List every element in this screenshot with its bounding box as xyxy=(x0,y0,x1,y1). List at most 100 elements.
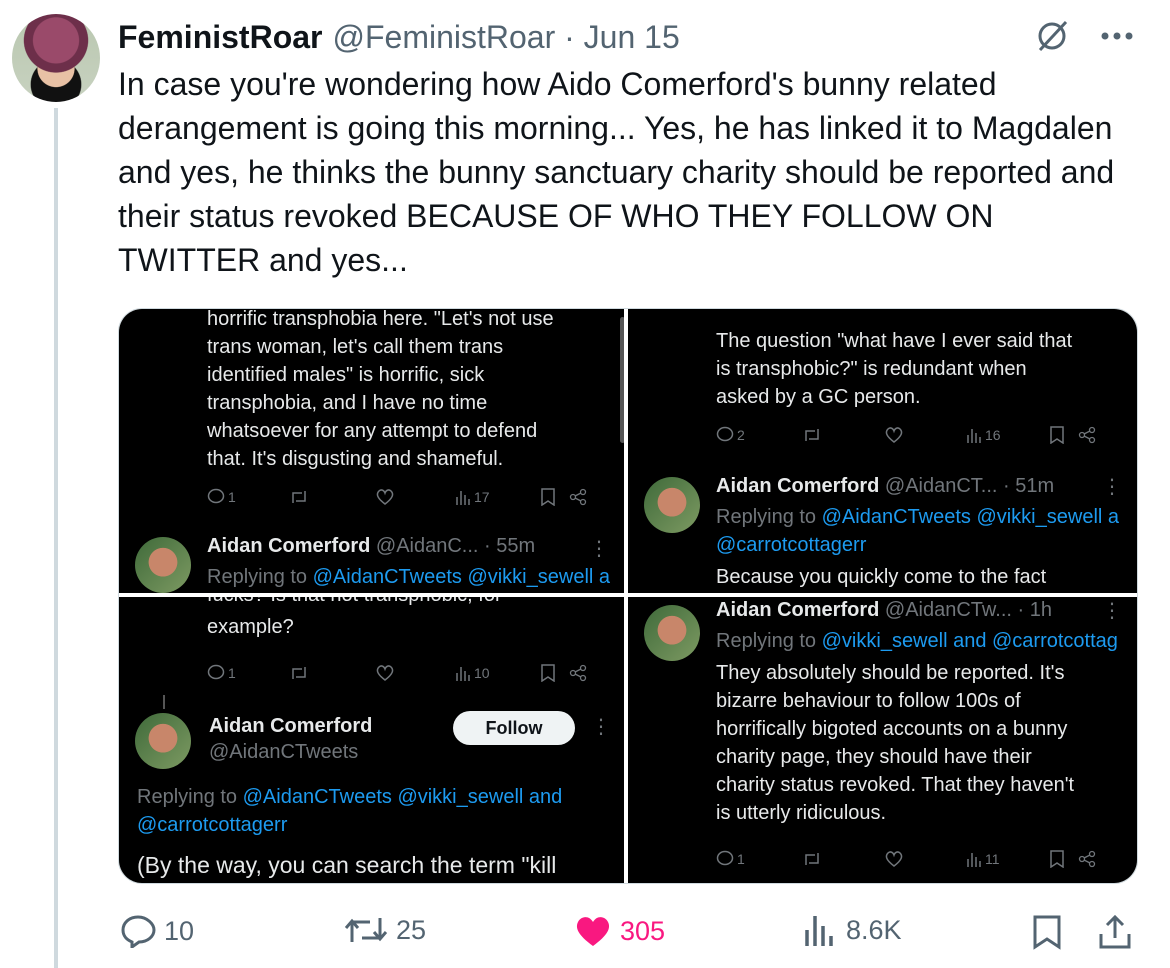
reply-text: Because you quickly come to the fact xyxy=(716,566,1047,588)
panel-3-text: example? xyxy=(207,616,294,638)
like-icon xyxy=(375,488,395,506)
more-options-icon[interactable] xyxy=(1100,31,1134,41)
replying-to: Replying to @AidanCTweets @vikki_sewell … xyxy=(137,783,562,811)
bookmark-icon xyxy=(541,664,555,682)
retweet-icon xyxy=(344,914,388,946)
reply-handle: @AidanCTw... · 1h xyxy=(884,599,1052,621)
reply-name: Aidan Comerford xyxy=(716,475,880,497)
more-icon: ⋮ xyxy=(589,538,609,560)
screenshot-panel-2[interactable]: The question "what have I ever said that… xyxy=(628,309,1137,593)
views-icon: 17 xyxy=(455,489,490,505)
like-count: 305 xyxy=(620,915,666,946)
share-button[interactable] xyxy=(1098,914,1132,950)
thread-line xyxy=(54,108,58,968)
reply-count: 10 xyxy=(164,915,195,946)
bookmark-icon xyxy=(1050,426,1064,444)
retweet-icon xyxy=(802,427,822,443)
follow-button[interactable]: Follow xyxy=(453,711,575,745)
more-icon: ⋮ xyxy=(1102,476,1122,498)
panel-1-text: horrific transphobia here. "Let's not us… xyxy=(207,309,554,470)
reply-user: Aidan Comerford @AidanCTw... · 1h xyxy=(716,599,1052,622)
media-grid[interactable]: horrific transphobia here. "Let's not us… xyxy=(118,308,1138,884)
reply-count: 1 xyxy=(737,851,745,867)
user-name: Aidan Comerford xyxy=(209,715,372,738)
replying-prefix: Replying to xyxy=(137,786,243,808)
panel-4-text: They absolutely should be reported. It's… xyxy=(716,662,1075,824)
views-count: 11 xyxy=(985,851,1000,867)
bookmark-button[interactable] xyxy=(1032,914,1062,950)
more-icon: ⋮ xyxy=(591,716,611,738)
replying-links-2: @carrotcottagerr xyxy=(137,814,288,836)
panel-4-actions: 1 11 xyxy=(716,847,1116,871)
screenshot-panel-4[interactable]: Aidan Comerford @AidanCTw... · 1h ⋮ Repl… xyxy=(628,597,1137,883)
replying-prefix: Replying to xyxy=(716,630,822,652)
reply-handle: @AidanC... · 55m xyxy=(375,535,536,557)
panel-1-actions: 1 17 xyxy=(207,485,607,509)
retweet-icon xyxy=(802,851,822,867)
avatar[interactable] xyxy=(12,14,100,102)
grok-icon[interactable] xyxy=(1034,18,1070,54)
reply-user: Aidan Comerford @AidanC... · 55m xyxy=(207,535,535,558)
like-icon xyxy=(884,426,904,444)
panel-3-actions: 1 10 xyxy=(207,661,607,685)
views-icon: 16 xyxy=(966,427,1001,443)
analytics-icon xyxy=(804,914,838,946)
share-icon xyxy=(1078,426,1096,444)
handle-and-date[interactable]: @FeministRoar · Jun 15 xyxy=(332,19,679,56)
replying-to: Replying to @AidanCTweets @vikki_sewell … xyxy=(207,563,610,591)
user-handle-text: @AidanCTweets xyxy=(209,741,359,763)
user-display-name: Aidan Comerford xyxy=(209,715,373,737)
reply-icon: 2 xyxy=(716,426,745,444)
reply-icon: 1 xyxy=(207,488,236,506)
share-icon xyxy=(1098,914,1132,950)
panel-3-top-text: fucks? Is that not transphobic, for xyxy=(207,597,502,609)
panel-3-body: (By the way, you can search the term "ki… xyxy=(137,852,557,878)
tweet-text: In case you're wondering how Aido Comerf… xyxy=(118,66,1115,278)
tweet-actions: 10 25 305 8.6K xyxy=(0,904,1170,960)
reply-button[interactable]: 10 xyxy=(120,914,194,948)
reply-name: Aidan Comerford xyxy=(207,535,371,557)
replying-to-2: @carrotcottagerr xyxy=(137,811,287,839)
share-icon xyxy=(569,664,587,682)
screenshot-panel-3[interactable]: fucks? Is that not transphobic, for exam… xyxy=(119,597,624,883)
replying-links: @AidanCTweets @vikki_sewell a xyxy=(312,566,611,588)
retweet-count: 25 xyxy=(396,914,427,945)
scrollbar xyxy=(620,317,624,443)
retweet-icon xyxy=(289,489,309,505)
replying-links: @AidanCTweets @vikki_sewell and xyxy=(242,786,563,808)
screenshot-panel-1[interactable]: horrific transphobia here. "Let's not us… xyxy=(119,309,624,593)
heart-icon xyxy=(574,914,612,948)
thread-connector xyxy=(163,695,165,709)
display-name[interactable]: FeministRoar xyxy=(118,19,322,56)
bookmark-icon xyxy=(1032,914,1062,950)
replying-to: Replying to @AidanCTweets @vikki_sewell … xyxy=(716,503,1119,531)
retweet-icon xyxy=(289,665,309,681)
retweet-button[interactable]: 25 xyxy=(344,914,426,946)
share-icon xyxy=(569,488,587,506)
user-avatar xyxy=(135,713,191,769)
replying-links-2: @carrotcottagerr xyxy=(716,534,867,556)
views-count: 8.6K xyxy=(846,914,902,945)
reply-avatar xyxy=(644,605,700,661)
replying-prefix: Replying to xyxy=(207,566,313,588)
views-icon: 10 xyxy=(455,665,490,681)
views-icon: 11 xyxy=(966,851,1000,867)
reply-icon xyxy=(120,914,156,948)
replying-prefix: Replying to xyxy=(716,506,822,528)
user-handle: @AidanCTweets xyxy=(209,741,358,764)
reply-handle: @AidanCT... · 51m xyxy=(884,475,1055,497)
reply-icon: 1 xyxy=(716,850,745,868)
reply-user: Aidan Comerford @AidanCT... · 51m xyxy=(716,475,1054,498)
replying-links: @AidanCTweets @vikki_sewell a xyxy=(821,506,1120,528)
views-button[interactable]: 8.6K xyxy=(804,914,902,946)
replying-to: Replying to @vikki_sewell and @carrotcot… xyxy=(716,627,1118,655)
panel-2-text: The question "what have I ever said that… xyxy=(716,330,1073,408)
like-icon xyxy=(375,664,395,682)
like-button[interactable]: 305 xyxy=(574,914,665,948)
views-count: 16 xyxy=(985,427,1001,443)
reply-icon: 1 xyxy=(207,664,236,682)
views-count: 10 xyxy=(474,665,490,681)
share-icon xyxy=(1078,850,1096,868)
replying-to-2: @carrotcottagerr xyxy=(716,531,866,559)
panel-2-actions: 2 16 xyxy=(716,423,1116,447)
